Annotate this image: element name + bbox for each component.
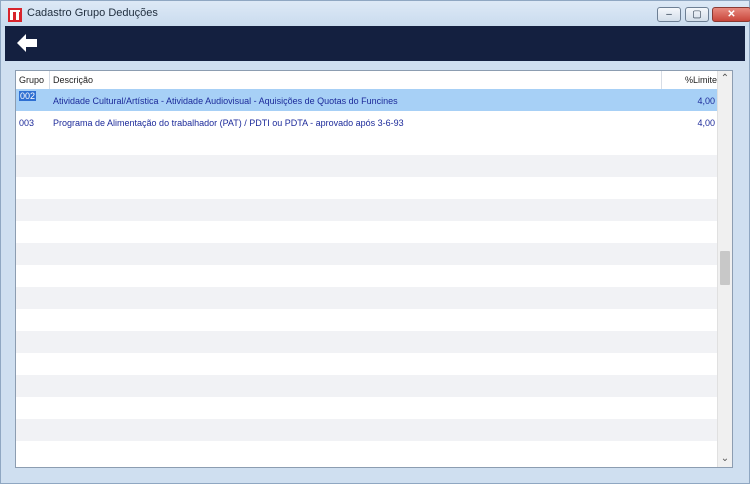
column-divider — [49, 71, 50, 89]
title-bar[interactable]: Cadastro Grupo Deduções ‒ ▢ ✕ — [1, 1, 750, 27]
toolbar — [5, 26, 745, 61]
cell-descricao: Programa de Alimentação do trabalhador (… — [53, 118, 404, 128]
back-button[interactable] — [15, 32, 39, 54]
empty-row[interactable] — [16, 353, 718, 375]
empty-row[interactable] — [16, 243, 718, 265]
app-logo-icon — [8, 8, 22, 22]
minimize-button[interactable]: ‒ — [657, 7, 681, 22]
column-divider — [661, 71, 662, 89]
cell-grupo: 002 — [19, 91, 37, 101]
close-button[interactable]: ✕ — [712, 7, 750, 22]
cell-descricao: Atividade Cultural/Artística - Atividade… — [53, 96, 398, 106]
empty-row[interactable] — [16, 441, 718, 463]
window-title: Cadastro Grupo Deduções — [27, 7, 158, 19]
cell-grupo: 003 — [19, 118, 35, 128]
main-window: Cadastro Grupo Deduções ‒ ▢ ✕ Grupo Desc… — [0, 0, 750, 484]
empty-row[interactable] — [16, 331, 718, 353]
grid-header: Grupo Descrição %Limite — [16, 71, 718, 90]
empty-row[interactable] — [16, 375, 718, 397]
cell-limite: 4,00 — [697, 96, 715, 106]
scroll-down-icon[interactable]: ⌄ — [718, 451, 732, 467]
empty-row[interactable] — [16, 155, 718, 177]
empty-row[interactable] — [16, 199, 718, 221]
empty-row[interactable] — [16, 133, 718, 155]
empty-row[interactable] — [16, 397, 718, 419]
arrow-left-icon — [17, 34, 37, 52]
empty-row[interactable] — [16, 177, 718, 199]
empty-row[interactable] — [16, 419, 718, 441]
maximize-button[interactable]: ▢ — [685, 7, 709, 22]
column-header-limite[interactable]: %Limite — [685, 75, 717, 85]
vertical-scrollbar[interactable]: ⌃ ⌄ — [717, 71, 732, 467]
empty-row[interactable] — [16, 221, 718, 243]
empty-row[interactable] — [16, 309, 718, 331]
deductions-grid: Grupo Descrição %Limite 002 Atividade Cul… — [15, 70, 733, 468]
column-header-descricao[interactable]: Descrição — [53, 75, 93, 85]
empty-row[interactable] — [16, 287, 718, 309]
scroll-thumb[interactable] — [720, 251, 730, 285]
cell-limite: 4,00 — [697, 118, 715, 128]
column-header-grupo[interactable]: Grupo — [19, 75, 44, 85]
table-row[interactable]: 002 Atividade Cultural/Artística - Ativid… — [16, 89, 718, 111]
scroll-up-icon[interactable]: ⌃ — [718, 71, 732, 87]
table-row[interactable]: 003 Programa de Alimentação do trabalhado… — [16, 111, 718, 133]
empty-row[interactable] — [16, 265, 718, 287]
